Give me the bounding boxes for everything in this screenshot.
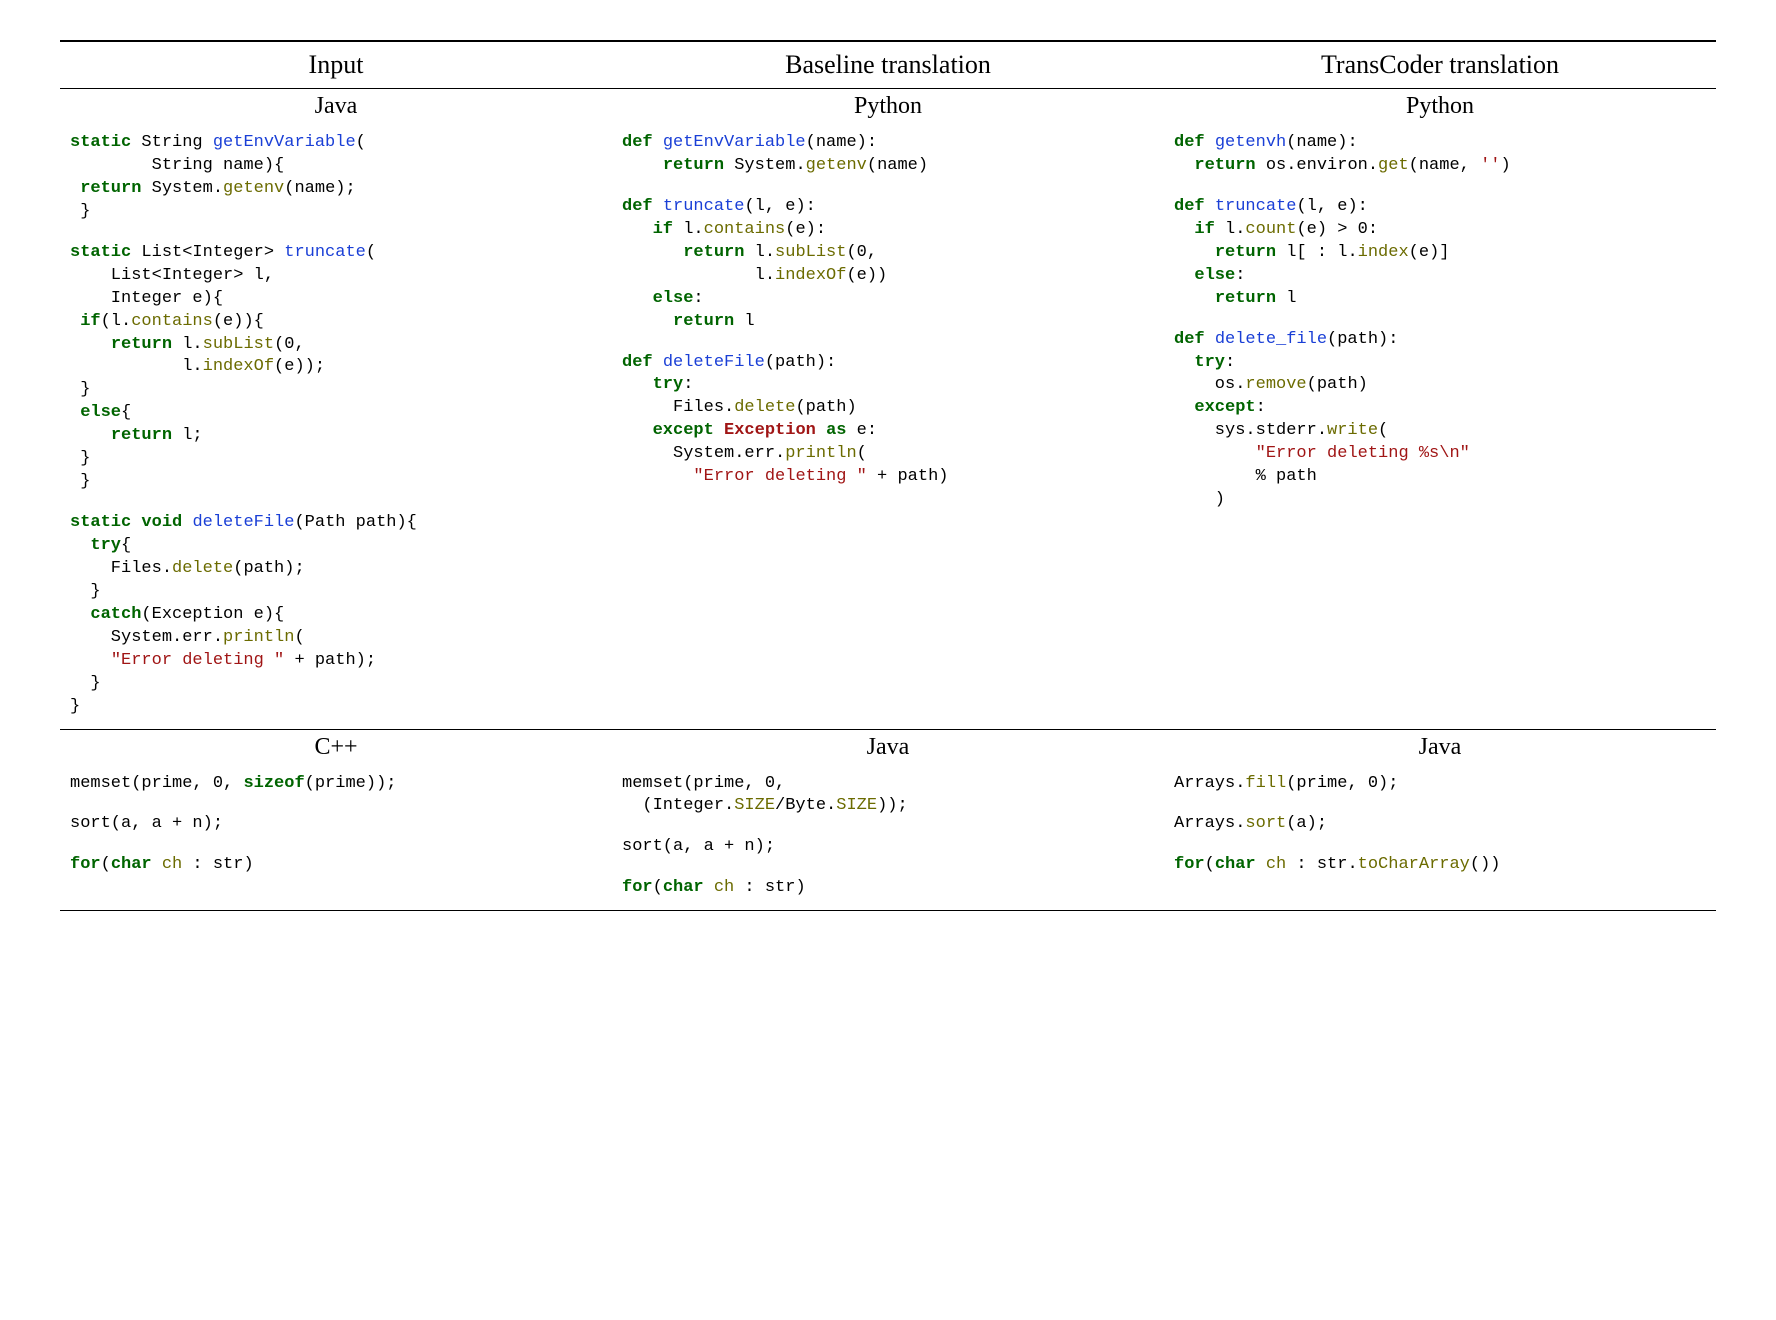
lang-java: Java: [60, 89, 612, 126]
code-del-base: def deleteFile(path): try: Files.delete(…: [622, 352, 1154, 490]
code-trunc-base: def truncate(l, e): if l.contains(e): re…: [622, 196, 1154, 334]
section2-body: memset(prime, 0, sizeof(prime)); sort(a,…: [60, 767, 1716, 911]
lang-java-tc: Java: [1164, 730, 1716, 767]
col-baseline-s1: def getEnvVariable(name): return System.…: [612, 126, 1164, 729]
comparison-table: Input Baseline translation TransCoder tr…: [60, 40, 1716, 911]
col-baseline-s2: memset(prime, 0, (Integer.SIZE/Byte.SIZE…: [612, 767, 1164, 911]
code-env-java: static String getEnvVariable( String nam…: [70, 132, 602, 224]
code-del-java: static void deleteFile(Path path){ try{ …: [70, 512, 602, 718]
lang-python-baseline: Python: [612, 89, 1164, 126]
code-for-cpp: for(char ch : str): [70, 854, 602, 877]
col-input-s1: static String getEnvVariable( String nam…: [60, 126, 612, 729]
code-env-tc: def getenvh(name): return os.environ.get…: [1174, 132, 1706, 178]
code-trunc-java: static List<Integer> truncate( List<Inte…: [70, 242, 602, 494]
code-trunc-tc: def truncate(l, e): if l.count(e) > 0: r…: [1174, 196, 1706, 311]
col-input-s2: memset(prime, 0, sizeof(prime)); sort(a,…: [60, 767, 612, 911]
code-sort-cpp: sort(a, a + n);: [70, 813, 602, 836]
code-memset-tc: Arrays.fill(prime, 0);: [1174, 773, 1706, 796]
header-transcoder: TransCoder translation: [1164, 42, 1716, 88]
code-for-tc: for(char ch : str.toCharArray()): [1174, 854, 1706, 877]
code-memset-base: memset(prime, 0, (Integer.SIZE/Byte.SIZE…: [622, 773, 1154, 819]
code-for-base: for(char ch : str): [622, 877, 1154, 900]
rule-bottom: [60, 910, 1716, 911]
col-tc-s2: Arrays.fill(prime, 0); Arrays.sort(a); f…: [1164, 767, 1716, 911]
lang-java-baseline: Java: [612, 730, 1164, 767]
section2-lang-row: C++ Java Java: [60, 730, 1716, 767]
header-input: Input: [60, 42, 612, 88]
header-row: Input Baseline translation TransCoder tr…: [60, 42, 1716, 88]
code-sort-base: sort(a, a + n);: [622, 836, 1154, 859]
lang-cpp: C++: [60, 730, 612, 767]
section1-body: static String getEnvVariable( String nam…: [60, 126, 1716, 729]
lang-python-tc: Python: [1164, 89, 1716, 126]
header-baseline: Baseline translation: [612, 42, 1164, 88]
code-memset-cpp: memset(prime, 0, sizeof(prime));: [70, 773, 602, 796]
section1-lang-row: Java Python Python: [60, 89, 1716, 126]
code-del-tc: def delete_file(path): try: os.remove(pa…: [1174, 329, 1706, 513]
code-env-base: def getEnvVariable(name): return System.…: [622, 132, 1154, 178]
col-tc-s1: def getenvh(name): return os.environ.get…: [1164, 126, 1716, 729]
code-sort-tc: Arrays.sort(a);: [1174, 813, 1706, 836]
